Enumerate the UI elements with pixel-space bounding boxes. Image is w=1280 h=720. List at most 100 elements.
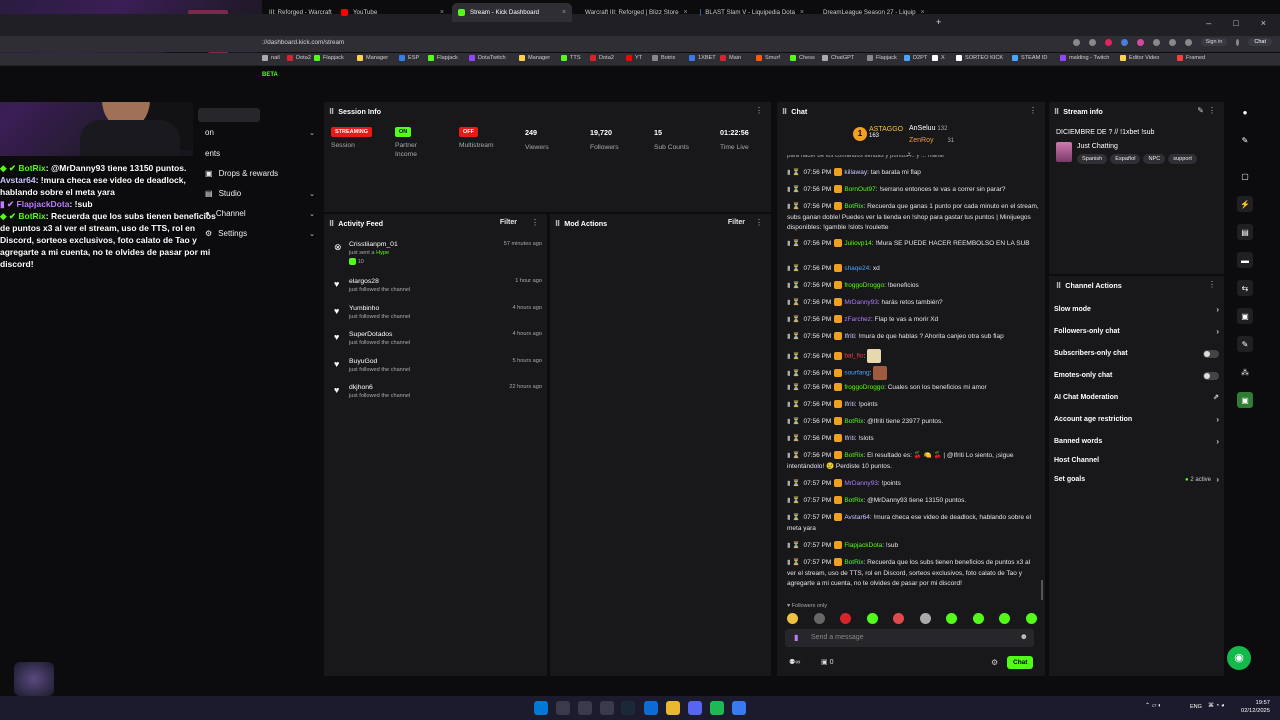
bookmark-item[interactable]: Manager: [519, 55, 550, 61]
bookmark-item[interactable]: STEAM ID: [1012, 55, 1047, 61]
action-banned-words[interactable]: Banned words ›: [1054, 437, 1219, 446]
subscribers-only-toggle[interactable]: [1203, 350, 1219, 358]
bookmark-item[interactable]: Main: [720, 55, 741, 61]
action-set-goals[interactable]: Set goals ● 2 active ›: [1054, 475, 1219, 484]
leaderboard-first[interactable]: ASTAGGO 163: [869, 126, 903, 139]
message-username[interactable]: BornOut97: [844, 186, 875, 193]
emote-icon[interactable]: [972, 613, 984, 624]
message-username[interactable]: Ifriti: [844, 401, 854, 408]
action-host-channel[interactable]: Host Channel: [1054, 457, 1219, 464]
drag-handle-icon[interactable]: ⠿: [555, 219, 560, 228]
tag-chip[interactable]: Español: [1110, 154, 1141, 164]
mod-tools-icon[interactable]: ▮ ⏳: [787, 203, 800, 210]
activity-user[interactable]: elargos28: [334, 278, 542, 285]
activity-user[interactable]: BuyuGod: [334, 358, 542, 365]
browser-tab[interactable]: Warcraft III: Reforged | Blizz Store ×: [574, 3, 692, 22]
emote-icon[interactable]: [919, 613, 931, 624]
leaderboard-third[interactable]: ZenRoy 31: [909, 137, 954, 144]
mod-tools-icon[interactable]: ▮ ⏳: [787, 401, 800, 408]
chat-message[interactable]: ▮ ⏳ 07:57 PM FlapjackDota: !sub: [787, 541, 1040, 552]
filter-button[interactable]: Filter: [500, 219, 517, 226]
bookmark-item[interactable]: Smurf: [756, 55, 780, 61]
mod-tools-icon[interactable]: ▮ ⏳: [787, 353, 800, 360]
bookmark-item[interactable]: SORTEO KICK: [956, 55, 1003, 61]
bookmark-item[interactable]: nail: [262, 55, 280, 61]
drag-handle-icon[interactable]: ⠿: [782, 107, 787, 116]
system-tray-icons[interactable]: ⌘ ◔ ◕: [1208, 702, 1225, 709]
close-icon[interactable]: ×: [440, 9, 444, 16]
mod-tools-icon[interactable]: ▮ ⏳: [787, 282, 800, 289]
mod-tools-icon[interactable]: ▮ ⏳: [787, 384, 800, 391]
info-icon[interactable]: ●: [1237, 104, 1253, 120]
drag-handle-icon[interactable]: ⠿: [1054, 107, 1059, 116]
browser-tab-active[interactable]: Stream - Kick Dashboard ×: [452, 3, 572, 22]
message-username[interactable]: sourfang: [844, 370, 869, 377]
browser-tab[interactable]: BLAST Slam V - Liquipedia Dota ×: [694, 3, 810, 22]
more-icon[interactable]: [1236, 38, 1240, 46]
extension-icon[interactable]: [1120, 38, 1128, 46]
bookmark-item[interactable]: D2PT: [904, 55, 927, 61]
sidebar-item-moments[interactable]: ents: [205, 149, 315, 158]
action-slow-mode[interactable]: Slow mode ›: [1054, 305, 1219, 314]
bookmark-star-icon[interactable]: [1088, 38, 1096, 46]
chat-message[interactable]: ▮ ⏳ 07:57 PM BotRix: @MrDanny93 tiene 1315…: [787, 496, 1040, 507]
message-username[interactable]: BotRix: [844, 452, 863, 459]
mod-tools-icon[interactable]: ▮ ⏳: [787, 370, 800, 377]
spotify-icon[interactable]: [710, 701, 724, 715]
mod-tools-icon[interactable]: ▮ ⏳: [787, 299, 800, 306]
close-icon[interactable]: ×: [921, 9, 925, 16]
message-username[interactable]: MrDanny93: [844, 480, 878, 487]
emote-icon[interactable]: [1025, 613, 1037, 624]
chat-message[interactable]: ▮ ⏳ 07:56 PM sourfang:: [787, 366, 1040, 380]
message-username[interactable]: BotRix: [844, 497, 863, 504]
close-icon[interactable]: ×: [562, 9, 566, 16]
drag-handle-icon[interactable]: ⠿: [329, 219, 334, 228]
sidebar-item-settings[interactable]: ⚙ Settings ⌄: [205, 229, 315, 238]
more-options-icon[interactable]: ⋮: [1029, 106, 1037, 115]
sidebar-item-studio[interactable]: ▤ Studio ⌄: [205, 189, 315, 198]
message-username[interactable]: BotRix: [844, 203, 863, 210]
mod-tools-icon[interactable]: ▮ ⏳: [787, 186, 800, 193]
new-tab-button[interactable]: +: [936, 17, 941, 27]
message-username[interactable]: Ifriti: [844, 435, 854, 442]
mod-tools-icon[interactable]: ▮ ⏳: [787, 435, 800, 442]
bookmark-item[interactable]: Flapjack: [428, 55, 458, 61]
emote-icon[interactable]: [946, 613, 958, 624]
kick-logo[interactable]: BETA: [262, 72, 278, 78]
browser-tab[interactable]: DreamLeague Season 27 - Liquip ×: [812, 3, 930, 22]
close-icon[interactable]: ×: [800, 9, 804, 16]
copilot-chat-button[interactable]: Chat: [1248, 38, 1272, 46]
file-explorer-icon[interactable]: [666, 701, 680, 715]
chat-message[interactable]: ▮ ⏳ 07:56 PM BotRix: @Ifriti tiene 23977 p…: [787, 417, 1040, 428]
filter-button[interactable]: Filter: [728, 219, 745, 226]
bookmark-item[interactable]: ChatGPT: [822, 55, 854, 61]
discord-icon[interactable]: [688, 701, 702, 715]
wrench-icon[interactable]: ✎: [1237, 336, 1253, 352]
mod-tools-icon[interactable]: ▮ ⏳: [787, 497, 800, 504]
nodes-icon[interactable]: ⁂: [1237, 364, 1253, 380]
url-field[interactable]: ://dashboard.kick.com/stream: [262, 39, 344, 46]
bookmark-item[interactable]: Flapjack: [867, 55, 897, 61]
bookmark-item[interactable]: Manager: [357, 55, 388, 61]
chat-message[interactable]: ▮ ⏳ 07:56 PM MrDanny93: harás retos tambié…: [787, 298, 1040, 309]
gift-counter[interactable]: ▣ 0: [821, 658, 833, 666]
chat-message[interactable]: ▮ ⏳ 07:56 PM BornOut97: !serrano entonces …: [787, 185, 1040, 196]
bookmark-item[interactable]: Chess: [790, 55, 815, 61]
bookmark-item[interactable]: Editor Video: [1120, 55, 1159, 61]
add-widget-icon[interactable]: ▣: [1237, 392, 1253, 408]
app-icon[interactable]: [732, 701, 746, 715]
mod-tools-icon[interactable]: ▮ ⏳: [787, 333, 800, 340]
clipboard-icon[interactable]: ▤: [1237, 224, 1253, 240]
mod-tools-icon[interactable]: ▮ ⏳: [787, 514, 800, 521]
bookmark-item[interactable]: YT: [626, 55, 642, 61]
bookmark-item[interactable]: Flapjack: [314, 55, 344, 61]
chat-input[interactable]: ▮ Send a message ☻: [785, 629, 1034, 647]
bookmark-item[interactable]: X: [932, 55, 945, 61]
screen-icon[interactable]: ▢: [1237, 168, 1253, 184]
windows-start-icon[interactable]: [534, 701, 548, 715]
chat-message[interactable]: ▮ ⏳ 07:56 PM Ifriti: !slots: [787, 434, 1040, 445]
bookmark-item[interactable]: Botrix: [652, 55, 675, 61]
bookmark-item[interactable]: Dota2: [287, 55, 311, 61]
more-options-icon[interactable]: ⋮: [531, 218, 539, 227]
chat-message[interactable]: ▮ ⏳ 07:56 PM BotRix: El resultado es: 🍒 🍋 …: [787, 451, 1040, 472]
